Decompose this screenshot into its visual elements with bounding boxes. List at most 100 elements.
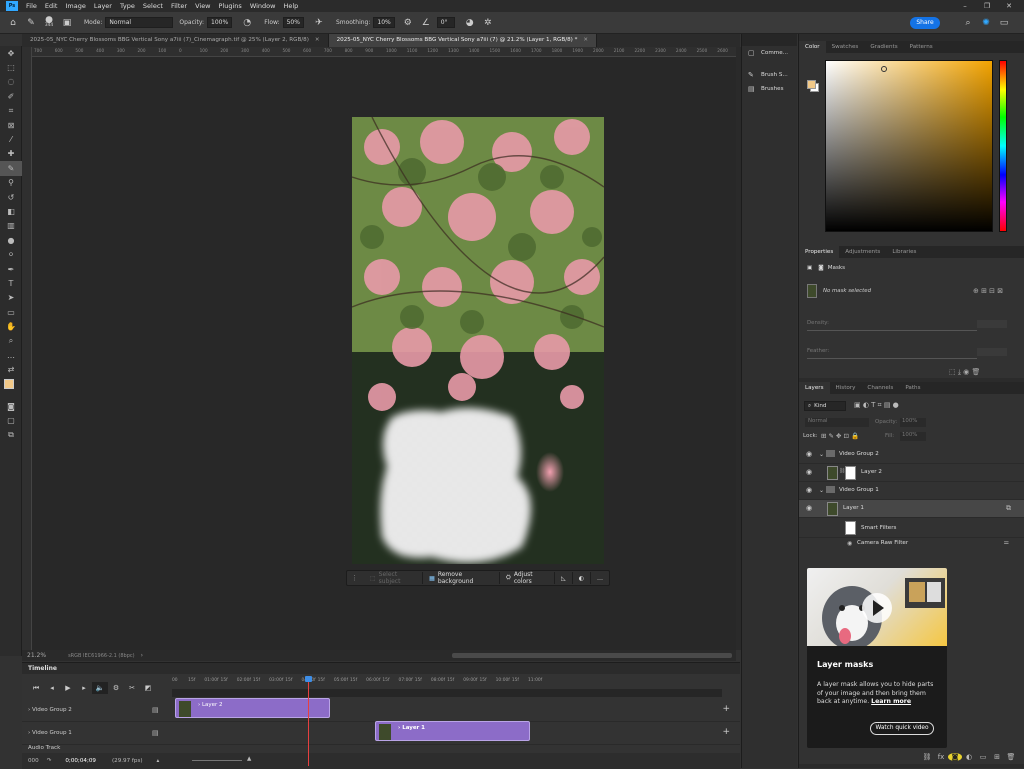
flow-field[interactable]: 50% bbox=[282, 17, 304, 28]
type-tool-icon[interactable]: T bbox=[0, 276, 22, 290]
clip-layer-1[interactable]: › Layer 1 bbox=[375, 721, 530, 741]
workspace-icon[interactable]: ▭ bbox=[998, 17, 1010, 29]
layer-filter-select[interactable]: ⌕ Kind bbox=[804, 401, 846, 411]
previous-frame-icon[interactable]: ◂ bbox=[44, 682, 60, 694]
menu-filter[interactable]: Filter bbox=[167, 2, 191, 10]
zoom-tool-icon[interactable]: ⌕ bbox=[0, 334, 22, 348]
film-icon[interactable]: ▤ bbox=[152, 706, 159, 714]
maximize-button[interactable]: ❐ bbox=[976, 0, 998, 12]
mask-icon[interactable]: ◐ bbox=[573, 572, 591, 584]
opacity-field[interactable]: 100% bbox=[900, 418, 926, 427]
close-window-button[interactable]: ✕ bbox=[998, 0, 1020, 12]
tab-history[interactable]: History bbox=[830, 382, 862, 394]
layer-row-smart-filters[interactable]: Smart Filters bbox=[799, 518, 1024, 538]
chevron-right-icon[interactable]: › bbox=[141, 652, 143, 659]
rectangle-tool-icon[interactable]: ▭ bbox=[0, 305, 22, 319]
tab-channels[interactable]: Channels bbox=[861, 382, 899, 394]
close-icon[interactable]: ✕ bbox=[315, 37, 320, 43]
menu-select[interactable]: Select bbox=[139, 2, 167, 10]
hue-slider[interactable] bbox=[999, 60, 1007, 232]
close-icon[interactable]: ✕ bbox=[583, 37, 588, 43]
foreground-color-swatch[interactable] bbox=[4, 378, 14, 389]
layer-row-video-group-2[interactable]: ◉ ⌄ Video Group 2 bbox=[799, 446, 1024, 464]
layer-row-camera-raw-filter[interactable]: ◉ Camera Raw Filter ⚌ bbox=[799, 538, 1024, 550]
zoom-in-icon[interactable]: ▲ bbox=[247, 756, 251, 762]
add-mask-icon[interactable]: ◙ bbox=[948, 753, 962, 761]
brush-settings-icon[interactable]: ▣ bbox=[60, 16, 74, 30]
filter-options-icon[interactable]: ⚌ bbox=[1004, 539, 1009, 546]
feather-field[interactable] bbox=[977, 348, 1007, 356]
playhead-handle[interactable] bbox=[305, 676, 312, 682]
tab-layers[interactable]: Layers bbox=[799, 382, 830, 394]
healing-brush-tool-icon[interactable]: ✚ bbox=[0, 147, 22, 161]
timecode[interactable]: 0;00;04;09 bbox=[65, 758, 96, 764]
new-layer-icon[interactable]: ⊞ bbox=[990, 753, 1004, 761]
mask-action-icons[interactable]: ⊕ ⊞ ⊟ ⊠ bbox=[973, 287, 1003, 295]
quick-select-tool-icon[interactable]: ✐ bbox=[0, 89, 22, 103]
minimize-button[interactable]: – bbox=[954, 0, 976, 12]
next-frame-icon[interactable]: ▸ bbox=[76, 682, 92, 694]
hand-tool-icon[interactable]: ✋ bbox=[0, 319, 22, 333]
play-icon[interactable]: ▶ bbox=[60, 682, 76, 694]
frame-tool-icon[interactable]: ⊠ bbox=[0, 118, 22, 132]
smart-filter-mask-thumbnail[interactable] bbox=[845, 521, 856, 535]
menu-layer[interactable]: Layer bbox=[90, 2, 116, 10]
tab-paths[interactable]: Paths bbox=[899, 382, 926, 394]
add-media-icon[interactable]: + bbox=[722, 704, 730, 714]
tab-cinemagraph[interactable]: 2025-05_NYC Cherry Blossoms BBG Vertical… bbox=[22, 34, 329, 47]
clone-stamp-tool-icon[interactable]: ⚲ bbox=[0, 176, 22, 190]
eye-icon[interactable]: ◉ bbox=[806, 468, 812, 476]
tab-swatches[interactable]: Swatches bbox=[826, 41, 865, 53]
blend-mode-select[interactable]: Normal bbox=[805, 418, 869, 427]
pen-tool-icon[interactable]: ✒ bbox=[0, 262, 22, 276]
shape-icon[interactable]: ◺ bbox=[555, 572, 573, 584]
pressure-size-icon[interactable]: ◕ bbox=[463, 16, 477, 30]
transition-icon[interactable]: ◩ bbox=[140, 682, 156, 694]
marquee-tool-icon[interactable]: ⬚ bbox=[0, 60, 22, 74]
drag-handle-icon[interactable]: ⋮ bbox=[351, 574, 358, 582]
layer-row-layer-2[interactable]: ◉ ⛓ Layer 2 bbox=[799, 464, 1024, 482]
symmetry-icon[interactable]: ✲ bbox=[481, 16, 495, 30]
new-group-icon[interactable]: ▭ bbox=[976, 753, 990, 761]
comments-panel-button[interactable]: ▢ Comme... bbox=[742, 46, 797, 60]
menu-type[interactable]: Type bbox=[116, 2, 139, 10]
watch-quick-video-button[interactable]: Watch quick video bbox=[870, 722, 934, 735]
quick-mask-icon[interactable]: ◙ bbox=[0, 399, 22, 413]
playhead[interactable] bbox=[308, 676, 309, 766]
eyedropper-tool-icon[interactable]: ⁄ bbox=[0, 132, 22, 146]
work-area-bar[interactable] bbox=[172, 689, 722, 697]
audio-icon[interactable]: 🔈 bbox=[92, 682, 108, 694]
eye-icon[interactable]: ◉ bbox=[806, 486, 812, 494]
menu-view[interactable]: View bbox=[191, 2, 214, 10]
lasso-tool-icon[interactable]: ◌ bbox=[0, 75, 22, 89]
split-icon[interactable]: ✂ bbox=[124, 682, 140, 694]
film-icon[interactable]: ▤ bbox=[152, 729, 159, 737]
brush-tool-icon[interactable]: ✎ bbox=[0, 161, 22, 176]
delete-layer-icon[interactable]: 🗑 bbox=[1004, 753, 1018, 761]
share-extra-icon[interactable]: ⧉ bbox=[0, 428, 22, 442]
chevron-down-icon[interactable]: ⌄ bbox=[819, 487, 824, 494]
history-brush-tool-icon[interactable]: ↺ bbox=[0, 190, 22, 204]
link-layers-icon[interactable]: ⛓ bbox=[920, 753, 934, 761]
remove-background-button[interactable]: ▦ Remove background bbox=[423, 571, 501, 585]
select-subject-button[interactable]: ⬚ Select subject bbox=[364, 571, 424, 585]
tab-vertical[interactable]: 2025-05_NYC Cherry Blossoms BBG Vertical… bbox=[328, 34, 598, 47]
zoom-level[interactable]: 21.2% bbox=[27, 652, 46, 659]
brushes-panel-button[interactable]: ▤ Brushes bbox=[742, 82, 797, 96]
fx-icon[interactable]: fx bbox=[934, 753, 948, 761]
density-field[interactable] bbox=[977, 320, 1007, 328]
layer-row-layer-1[interactable]: ◉ Layer 1 ⧉ bbox=[799, 500, 1024, 518]
feather-slider[interactable] bbox=[807, 358, 977, 359]
more-tools-icon[interactable]: … bbox=[0, 348, 22, 362]
density-slider[interactable] bbox=[807, 330, 977, 331]
chevron-right-icon[interactable]: › bbox=[28, 707, 30, 713]
move-tool-icon[interactable]: ✥ bbox=[0, 46, 22, 60]
brush-preset-picker[interactable]: ● 344 bbox=[42, 15, 56, 30]
foreground-background-colors[interactable] bbox=[0, 377, 22, 399]
menu-edit[interactable]: Edit bbox=[41, 2, 62, 10]
eye-icon[interactable]: ◉ bbox=[806, 504, 812, 512]
screen-mode-icon[interactable]: ▢ bbox=[0, 413, 22, 427]
eye-icon[interactable]: ◉ bbox=[847, 540, 852, 547]
menu-file[interactable]: File bbox=[22, 2, 41, 10]
timeline-ruler[interactable]: 0015f01:00f15f02:00f15f03:00f15f04:00f15… bbox=[172, 677, 732, 687]
